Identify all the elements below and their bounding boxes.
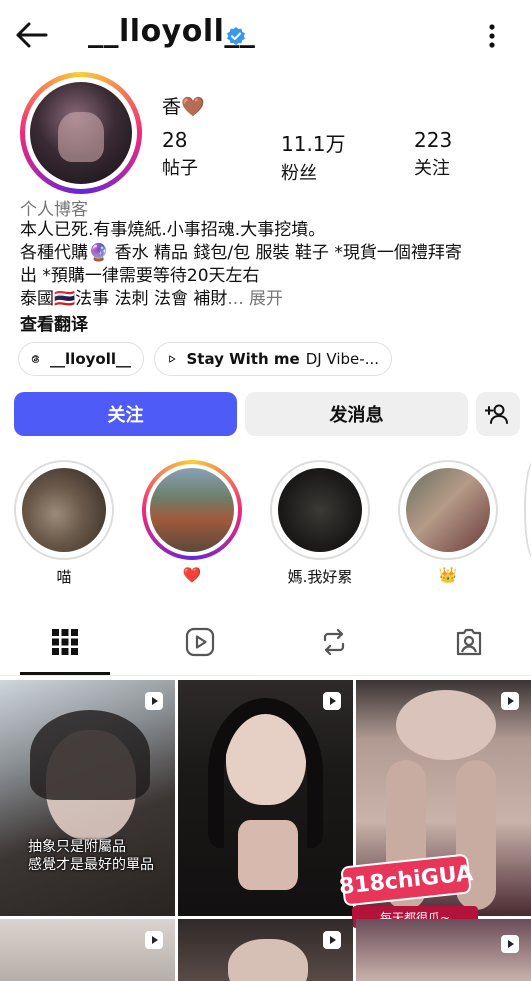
follow-button[interactable]: 关注	[14, 392, 237, 436]
threads-chip[interactable]: __lloyoll__	[18, 342, 144, 376]
highlight-item[interactable]: 媽.我好累	[270, 460, 370, 587]
reel-icon	[145, 692, 163, 710]
bio-line: 出 *預購一律需要等待20天左右	[20, 266, 260, 286]
bio-line-last: 泰國🇹🇭法事 法刺 法會 補財... 展开	[20, 288, 520, 311]
see-translation-link[interactable]: 查看翻译	[20, 310, 88, 335]
highlight-cover-tattoo	[406, 468, 490, 552]
caption-line: 感覺才是最好的單品	[28, 857, 154, 873]
post-thumbnail[interactable]	[356, 919, 531, 981]
highlight-label: 媽.我好累	[287, 568, 353, 586]
profile-tabs	[0, 612, 531, 676]
highlight-cover-couple	[150, 468, 234, 552]
highlight-cover-cat	[22, 468, 106, 552]
highlight-cover-dark	[278, 468, 362, 552]
display-name: 香🤎	[162, 96, 205, 118]
message-button[interactable]: 发消息	[245, 392, 468, 436]
highlight-label: 喵	[56, 568, 72, 586]
back-arrow-icon[interactable]	[14, 20, 48, 50]
avatar-image	[30, 82, 132, 184]
grid-tab-icon[interactable]	[49, 626, 81, 658]
threads-icon	[31, 355, 39, 363]
stat-following-label: 关注	[414, 158, 450, 179]
highlight-item[interactable]: ❤️	[142, 460, 242, 584]
reposts-tab-icon[interactable]	[318, 626, 350, 658]
reel-icon	[501, 692, 519, 710]
stat-following[interactable]: 223 关注	[414, 128, 452, 180]
post-thumbnail[interactable]	[0, 680, 175, 916]
post-thumbnail[interactable]	[178, 919, 353, 981]
bio-more-link[interactable]: 展开	[249, 289, 283, 309]
profile-avatar[interactable]	[20, 72, 142, 194]
highlight-item[interactable]: 喵	[14, 460, 114, 587]
highlight-label: ❤️	[182, 566, 202, 584]
reel-icon	[145, 931, 163, 949]
stat-following-value: 223	[414, 128, 453, 152]
stat-followers[interactable]: 11.1万 粉丝	[281, 128, 346, 185]
verified-badge-icon	[227, 27, 245, 45]
reels-tab-icon[interactable]	[184, 626, 216, 658]
play-icon	[169, 355, 176, 363]
reel-icon	[323, 931, 341, 949]
reel-icon	[323, 692, 341, 710]
profile-category: 个人博客	[20, 200, 88, 220]
reel-icon	[501, 935, 519, 953]
highlight-label: 👑	[438, 566, 458, 584]
tagged-tab-icon[interactable]	[453, 626, 485, 658]
active-tab-indicator	[20, 672, 110, 675]
stat-posts-value: 28	[162, 128, 188, 152]
bio-ellipsis: ...	[227, 289, 244, 309]
music-chip[interactable]: Stay With me DJ Vibe-...	[154, 342, 392, 376]
post-caption-overlay: 抽象只是附屬品 感覺才是最好的單品	[28, 838, 154, 874]
music-artist: DJ Vibe-...	[305, 350, 379, 368]
bio-line: 各種代購🔮 香水 精品 錢包/包 服裝 鞋子 *現貨一個禮拜寄	[20, 243, 462, 263]
bio-last-text: 泰國🇹🇭法事 法刺 法會 補財	[20, 289, 228, 309]
top-bar: __lloyoll__	[0, 0, 531, 70]
stat-posts[interactable]: 28 帖子	[162, 128, 198, 180]
stat-followers-value: 11.1万	[281, 132, 346, 156]
highlight-item[interactable]: 👑	[398, 460, 498, 584]
suggest-people-button[interactable]	[476, 392, 520, 436]
post-thumbnail[interactable]	[178, 680, 353, 916]
add-person-icon	[485, 404, 508, 424]
bio-line: 本人已死.有事燒紙.小事招魂.大事挖墳。	[20, 220, 326, 240]
stat-followers-label: 粉丝	[281, 163, 317, 184]
stat-posts-label: 帖子	[162, 158, 198, 179]
post-thumbnail[interactable]	[0, 919, 175, 981]
music-title: Stay With me	[186, 350, 300, 368]
caption-line: 抽象只是附屬品	[28, 839, 126, 855]
threads-chip-label: __lloyoll__	[50, 350, 131, 368]
more-vertical-icon[interactable]	[482, 22, 502, 50]
profile-bio: 本人已死.有事燒紙.小事招魂.大事挖墳。 各種代購🔮 香水 精品 錢包/包 服裝…	[20, 219, 520, 311]
highlight-item-partial[interactable]	[524, 460, 531, 560]
